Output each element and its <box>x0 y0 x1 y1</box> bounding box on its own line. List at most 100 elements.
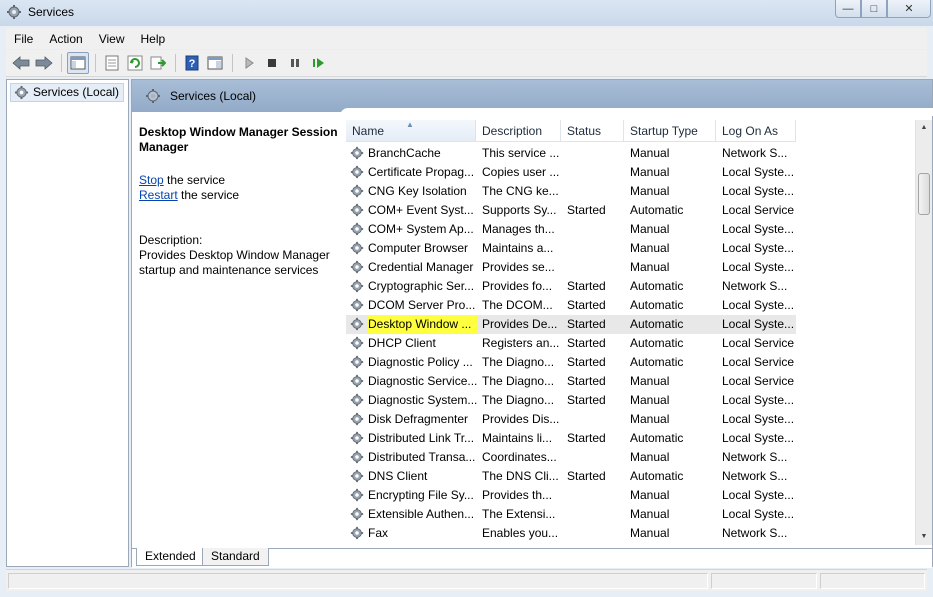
status-segment <box>820 573 925 589</box>
column-header-log-on-as[interactable]: Log On As <box>716 120 796 142</box>
services-list: ▲ Name Description Status Startup Type L… <box>346 120 916 545</box>
table-row[interactable]: COM+ System Ap... Manages th... Manual Loca… <box>346 220 796 239</box>
tab-standard[interactable]: Standard <box>202 548 269 566</box>
table-row[interactable]: CNG Key Isolation The CNG ke... Manual Loca… <box>346 182 796 201</box>
table-row[interactable]: Computer Browser Maintains a... Manual Loca… <box>346 239 796 258</box>
service-description-cell: This service ... <box>482 146 560 160</box>
service-log-on-as-cell: Local Service <box>722 355 795 369</box>
menu-view[interactable]: View <box>91 32 133 46</box>
table-row[interactable]: DNS Client The DNS Cli... Started Automatic… <box>346 467 796 486</box>
service-name-cell: CNG Key Isolation <box>368 184 467 198</box>
stop-action-line: Stop the service <box>139 173 339 188</box>
scroll-down-icon[interactable]: ▼ <box>916 529 932 545</box>
service-status-cell: Started <box>567 355 606 369</box>
service-startup-type-cell: Automatic <box>630 317 684 331</box>
service-log-on-as-cell: Local Service <box>722 336 795 350</box>
description-text: Provides Desktop Window Manager startup … <box>139 248 330 277</box>
scroll-up-icon[interactable]: ▲ <box>916 120 932 136</box>
service-log-on-as-cell: Local Syste... <box>722 260 795 274</box>
service-name-cell: Disk Defragmenter <box>368 412 469 426</box>
menu-help[interactable]: Help <box>133 32 174 46</box>
service-name-cell: Desktop Window ... <box>368 315 478 334</box>
table-row[interactable]: Diagnostic System... The Diagno... Started… <box>346 391 796 410</box>
menu-file[interactable]: File <box>6 32 41 46</box>
table-row[interactable]: Distributed Link Tr... Maintains li... Sta… <box>346 429 796 448</box>
service-log-on-as-cell: Network S... <box>722 469 788 483</box>
service-status-cell: Started <box>567 203 606 217</box>
service-gear-icon <box>350 526 364 545</box>
pause-service-icon[interactable] <box>284 52 306 74</box>
stop-action-text: the service <box>163 173 226 187</box>
table-row[interactable]: Desktop Window ... Provides De... Started A… <box>346 315 796 334</box>
column-header-description[interactable]: Description <box>476 120 561 142</box>
close-button[interactable]: ✕ <box>887 0 931 18</box>
table-row[interactable]: BranchCache This service ... Manual Network… <box>346 144 796 163</box>
service-description-cell: Enables you... <box>482 526 559 540</box>
help-icon[interactable]: ? <box>181 52 203 74</box>
table-row[interactable]: DHCP Client Registers an... Started Automat… <box>346 334 796 353</box>
service-startup-type-cell: Manual <box>630 260 670 274</box>
table-row[interactable]: Diagnostic Policy ... The Diagno... Starte… <box>346 353 796 372</box>
service-name-cell: DCOM Server Pro... <box>368 298 476 312</box>
service-log-on-as-cell: Local Syste... <box>722 241 795 255</box>
service-log-on-as-cell: Local Syste... <box>722 412 795 426</box>
service-startup-type-cell: Manual <box>630 412 670 426</box>
toolbar-separator <box>175 54 176 72</box>
service-log-on-as-cell: Local Syste... <box>722 507 795 521</box>
service-description-cell: Provides Dis... <box>482 412 560 426</box>
refresh-icon[interactable] <box>124 52 146 74</box>
export-list-icon[interactable] <box>147 52 169 74</box>
table-row[interactable]: Disk Defragmenter Provides Dis... Manual Lo… <box>346 410 796 429</box>
column-header-name[interactable]: ▲ Name <box>346 120 476 142</box>
menu-action[interactable]: Action <box>41 32 90 46</box>
service-log-on-as-cell: Network S... <box>722 526 788 540</box>
table-row[interactable]: Fax Enables you... Manual Network S... <box>346 524 796 543</box>
service-name-cell: Credential Manager <box>368 260 474 274</box>
service-startup-type-cell: Manual <box>630 488 670 502</box>
service-status-cell: Started <box>567 469 606 483</box>
table-row[interactable]: COM+ Event Syst... Supports Sy... Started A… <box>346 201 796 220</box>
show-action-pane-icon[interactable] <box>204 52 226 74</box>
maximize-button[interactable]: □ <box>861 0 887 18</box>
show-hide-console-tree-icon[interactable] <box>67 52 89 74</box>
table-row[interactable]: Distributed Transa... Coordinates... Manua… <box>346 448 796 467</box>
scroll-thumb[interactable] <box>918 173 930 215</box>
service-description-cell: Provides fo... <box>482 279 553 293</box>
back-icon[interactable] <box>10 52 32 74</box>
main-header-title: Services (Local) <box>170 89 257 103</box>
service-description-cell: Registers an... <box>482 336 560 350</box>
services-gear-icon <box>6 4 22 20</box>
vertical-scrollbar[interactable]: ▲ ▼ <box>915 120 932 545</box>
table-row[interactable]: Extensible Authen... The Extensi... Manual… <box>346 505 796 524</box>
service-name-cell: Computer Browser <box>368 241 469 255</box>
service-description-cell: The DCOM... <box>482 298 553 312</box>
table-row[interactable]: DCOM Server Pro... The DCOM... Started Auto… <box>346 296 796 315</box>
table-row[interactable]: Credential Manager Provides se... Manual Lo… <box>346 258 796 277</box>
stop-service-link[interactable]: Stop <box>139 173 164 187</box>
service-description-cell: The Diagno... <box>482 393 555 407</box>
service-log-on-as-cell: Local Syste... <box>722 165 795 179</box>
table-row[interactable]: Certificate Propag... Copies user ... Manu… <box>346 163 796 182</box>
restart-service-link[interactable]: Restart <box>139 188 178 202</box>
table-row[interactable]: Cryptographic Ser... Provides fo... Starte… <box>346 277 796 296</box>
service-log-on-as-cell: Local Syste... <box>722 317 795 331</box>
table-row[interactable]: Diagnostic Service... The Diagno... Starte… <box>346 372 796 391</box>
stop-service-icon[interactable] <box>261 52 283 74</box>
minimize-button[interactable]: — <box>835 0 861 18</box>
column-header-startup-type[interactable]: Startup Type <box>624 120 716 142</box>
service-startup-type-cell: Automatic <box>630 203 684 217</box>
service-name-cell: Diagnostic Service... <box>368 374 478 388</box>
toolbar-separator <box>232 54 233 72</box>
service-startup-type-cell: Manual <box>630 184 670 198</box>
service-name-cell: Diagnostic System... <box>368 393 478 407</box>
tree-item-services-local[interactable]: Services (Local) <box>10 83 125 102</box>
forward-icon[interactable] <box>33 52 55 74</box>
properties-icon[interactable] <box>101 52 123 74</box>
tab-extended[interactable]: Extended <box>136 548 205 566</box>
column-header-status[interactable]: Status <box>561 120 624 142</box>
start-service-icon[interactable] <box>238 52 260 74</box>
table-row[interactable]: Encrypting File Sy... Provides th... Manua… <box>346 486 796 505</box>
restart-service-icon[interactable] <box>307 52 329 74</box>
service-description-cell: Maintains a... <box>482 241 554 255</box>
service-startup-type-cell: Manual <box>630 526 670 540</box>
